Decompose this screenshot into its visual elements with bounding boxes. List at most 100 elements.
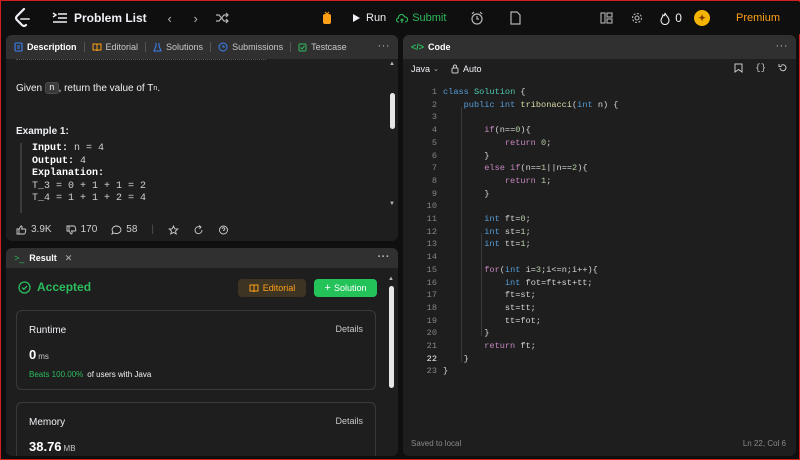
help-icon[interactable] (218, 225, 229, 235)
given-text: Given (16, 82, 43, 94)
accepted-status: Accepted (18, 280, 91, 294)
code-editor[interactable]: 1 class Solution { 2 public int tribonac… (403, 83, 796, 403)
like-button[interactable]: 3.9K (16, 224, 52, 235)
editorial-button[interactable]: Editorial (238, 279, 306, 297)
user-avatar[interactable]: ✦ (693, 10, 710, 26)
problem-list-title[interactable]: Problem List (74, 11, 147, 25)
input-label: Input: (32, 143, 69, 154)
more-options-icon[interactable]: ··· (776, 40, 789, 52)
line-number: 23 (426, 366, 437, 377)
leetcode-logo-icon[interactable] (12, 7, 34, 29)
line-number: 22 (426, 353, 437, 364)
tab-code[interactable]: </> Code (411, 35, 451, 59)
problem-list-icon[interactable] (52, 11, 68, 25)
code-line: public int tribonacci(int n) { (463, 99, 619, 110)
editorial-button-label: Editorial (262, 283, 296, 293)
shuffle-icon[interactable] (215, 12, 229, 24)
input-value: n = 4 (68, 143, 105, 154)
description-scrollbar[interactable] (390, 93, 395, 129)
output-value: 4 (74, 155, 87, 167)
alarm-icon[interactable] (470, 11, 484, 25)
more-options-icon[interactable]: ··· (378, 251, 391, 263)
submit-button[interactable]: Submit (396, 12, 446, 24)
bookmark-icon[interactable] (734, 63, 743, 73)
line-number: 17 (426, 290, 437, 301)
format-braces-icon[interactable]: {} (755, 63, 766, 73)
line-number: 20 (426, 328, 437, 339)
more-options-icon[interactable]: ··· (378, 40, 391, 52)
code-line: for(int i=3;i<=n;i++){ (484, 264, 598, 275)
tab-separator (145, 42, 147, 52)
tab-separator (290, 42, 292, 52)
description-actions: 3.9K 170 58 | (16, 224, 229, 235)
settings-gear-icon[interactable] (631, 12, 643, 24)
code-line: int st=1; (484, 226, 531, 237)
code-line: st=tt; (443, 302, 536, 313)
reset-icon[interactable] (778, 63, 788, 73)
cloud-upload-icon (396, 13, 409, 23)
dislike-button[interactable]: 170 (66, 224, 97, 235)
line-number: 8 (431, 175, 437, 186)
tab-submissions-label: Submissions (232, 42, 284, 52)
solution-button-label: Solution (333, 283, 367, 293)
prev-problem-button[interactable]: ‹ (163, 11, 177, 26)
tab-testcase[interactable]: Testcase (298, 35, 347, 59)
output-label: Output: (32, 155, 75, 167)
next-problem-button[interactable]: › (189, 11, 203, 26)
line-number: 16 (426, 277, 437, 288)
line-number: 19 (426, 315, 437, 326)
code-tabs: </> Code ··· (403, 35, 796, 59)
tab-separator (83, 42, 85, 52)
line-number: 2 (431, 99, 437, 110)
runtime-card[interactable]: Runtime Details 0 ms Beats 100.00% of user… (16, 310, 376, 390)
code-brackets-icon: </> (411, 42, 425, 52)
auto-toggle[interactable]: Auto (451, 64, 482, 74)
explanation-line: T_4 = 1 + 1 + 2 = 4 (32, 193, 147, 204)
cut-off-text (16, 56, 266, 60)
tab-solutions-label: Solutions (166, 42, 204, 52)
description-icon (14, 42, 23, 52)
status-text: Accepted (37, 280, 92, 294)
tab-testcase-label: Testcase (311, 42, 347, 52)
line-number: 4 (431, 125, 437, 136)
runtime-beats: Beats 100.00% of users with Java (29, 370, 151, 379)
close-icon[interactable]: ✕ (65, 253, 73, 264)
scroll-up-arrow-icon[interactable]: ▲ (389, 61, 395, 67)
comments-button[interactable]: 58 (111, 224, 137, 235)
streak-count: 0 (675, 11, 682, 25)
example-block: Input: n = 4 Output: 4 Explanation: T_3 … (20, 143, 320, 213)
like-count: 3.9K (31, 224, 52, 235)
runtime-value: 0 ms (29, 347, 49, 362)
given-text-post: , return the value of T (58, 82, 154, 94)
debug-icon[interactable] (320, 11, 334, 25)
line-number: 10 (426, 201, 437, 212)
code-line: return 0; (504, 137, 552, 148)
tab-result[interactable]: Result (29, 253, 57, 263)
code-line: } (443, 353, 469, 364)
solution-button[interactable]: + Solution (314, 279, 377, 297)
layout-icon[interactable] (600, 12, 613, 24)
share-icon[interactable] (193, 224, 204, 235)
memory-card[interactable]: Memory Details 38.76 MB (16, 402, 376, 456)
code-line: return 1; (504, 175, 552, 186)
book-icon (92, 43, 102, 51)
beats-percent: Beats 100.00% (29, 370, 84, 379)
scroll-down-arrow-icon[interactable]: ▼ (389, 201, 395, 207)
language-select[interactable]: Java ⌄ (411, 64, 439, 74)
cursor-position: Ln 22, Col 6 (742, 439, 786, 448)
scroll-up-arrow-icon[interactable]: ▲ (388, 276, 394, 282)
history-icon (218, 42, 228, 52)
premium-link[interactable]: Premium (736, 12, 780, 24)
runtime-details-link[interactable]: Details (335, 324, 363, 334)
result-scrollbar[interactable] (389, 286, 394, 388)
code-line: } (443, 150, 490, 161)
note-icon[interactable] (508, 11, 522, 25)
run-button[interactable]: Run (352, 12, 386, 24)
streak-counter[interactable]: 0 (659, 11, 682, 25)
flask-icon (153, 43, 162, 52)
beats-text: of users with Java (87, 370, 152, 379)
play-icon (353, 14, 360, 22)
star-icon[interactable] (168, 224, 179, 235)
memory-details-link[interactable]: Details (335, 416, 363, 426)
terminal-icon: >_ (14, 253, 25, 263)
